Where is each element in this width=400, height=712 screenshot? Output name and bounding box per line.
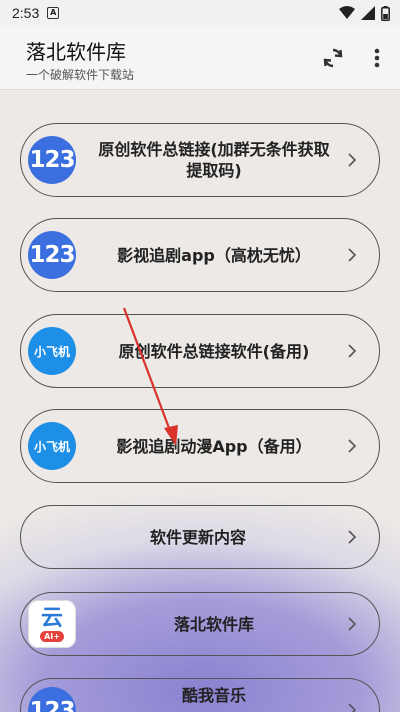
chevron-right-icon	[348, 703, 357, 712]
notification-icon: A	[47, 7, 60, 19]
chevron-right-icon	[348, 344, 357, 358]
card-label: 原创软件总链接软件(备用)	[118, 341, 310, 361]
card-label: 酷我音乐	[181, 686, 246, 705]
chevron-right-icon	[348, 617, 357, 631]
chevron-right-icon	[348, 530, 357, 544]
wifi-icon	[339, 6, 355, 19]
link-card-luobei-software[interactable]: 云 AI+ 落北软件库	[20, 592, 380, 656]
link-card-video-anime-backup[interactable]: 小飞机 影视追剧动漫App（备用）	[20, 409, 380, 483]
link-card-kuwo-music[interactable]: 123 酷我音乐	[20, 678, 380, 712]
page-subtitle: 一个破解软件下载站	[26, 68, 135, 82]
app-123-icon: 123	[28, 687, 76, 712]
chevron-right-icon	[348, 153, 357, 167]
paper-plane-app-icon: 小飞机	[28, 422, 76, 470]
paper-plane-app-icon: 小飞机	[28, 327, 76, 375]
link-card-video-app[interactable]: 123 影视追剧app（高枕无忧）	[20, 218, 380, 292]
link-card-original-software-backup[interactable]: 小飞机 原创软件总链接软件(备用)	[20, 314, 380, 388]
status-bar: 2:53 A	[0, 0, 400, 26]
chevron-right-icon	[348, 248, 357, 262]
more-options-icon[interactable]	[368, 46, 386, 70]
page-title: 落北软件库	[26, 40, 126, 64]
link-card-software-updates[interactable]: 软件更新内容	[20, 505, 380, 569]
app-123-icon: 123	[28, 231, 76, 279]
status-time: 2:53	[12, 5, 40, 21]
cloud-app-char: 云	[40, 605, 63, 631]
app-bar: 落北软件库 一个破解软件下载站	[0, 26, 400, 90]
card-label: 原创软件总链接(加群无条件获取提取码)	[98, 140, 330, 180]
battery-icon	[381, 5, 390, 21]
cloud-app-icon: 云 AI+	[28, 600, 76, 648]
card-label: 影视追剧app（高枕无忧）	[117, 245, 311, 265]
card-label: 落北软件库	[173, 614, 254, 634]
app-123-icon: 123	[28, 136, 76, 184]
card-label: 影视追剧动漫App（备用）	[116, 436, 312, 456]
card-label: 软件更新内容	[149, 527, 246, 547]
status-icons	[339, 5, 390, 21]
signal-icon	[361, 6, 375, 20]
link-card-original-software[interactable]: 123 原创软件总链接(加群无条件获取提取码)	[20, 123, 380, 197]
cloud-app-badge: AI+	[40, 630, 64, 642]
chevron-right-icon	[348, 439, 357, 453]
refresh-icon[interactable]	[321, 46, 345, 70]
